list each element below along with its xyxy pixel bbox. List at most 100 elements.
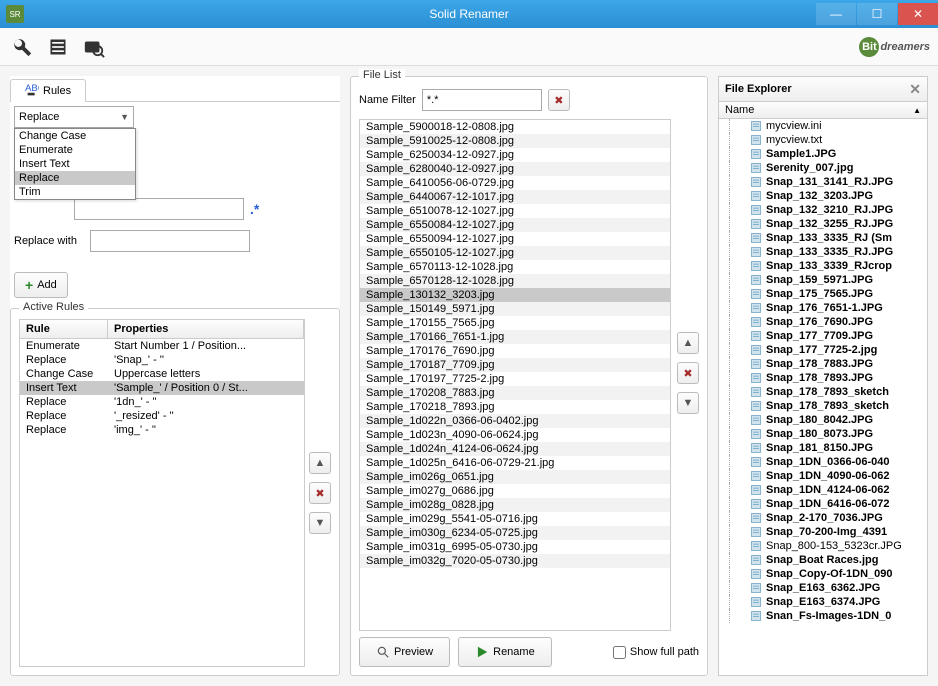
tab-rules[interactable]: ABC Rules	[10, 79, 86, 102]
file-list-row[interactable]: Sample_170208_7883.jpg	[360, 386, 670, 400]
explorer-file-row[interactable]: Snap_177_7709.JPG	[719, 329, 927, 343]
col-header-rule[interactable]: Rule	[20, 320, 108, 338]
explorer-file-row[interactable]: Snap_177_7725-2.jpg	[719, 343, 927, 357]
file-list-row[interactable]: Sample_170155_7565.jpg	[360, 316, 670, 330]
file-list-row[interactable]: Sample_im027g_0686.jpg	[360, 484, 670, 498]
file-explorer-tree[interactable]: Name▲ mycview.inimycview.txtSample1.JPGS…	[718, 102, 928, 676]
file-list-row[interactable]: Sample_6250034-12-0927.jpg	[360, 148, 670, 162]
file-list-row[interactable]: Sample_6550094-12-1027.jpg	[360, 232, 670, 246]
clear-filter-button[interactable]: ✖	[548, 89, 570, 111]
replace-with-input[interactable]	[90, 230, 250, 252]
combo-option[interactable]: Insert Text	[15, 157, 135, 171]
explorer-file-row[interactable]: Snap_1DN_4090-06-062	[719, 469, 927, 483]
rename-button[interactable]: Rename	[458, 637, 552, 667]
explorer-file-row[interactable]: Sample1.JPG	[719, 147, 927, 161]
active-rule-row[interactable]: Replace'_resized' - ''	[20, 409, 304, 423]
file-list-row[interactable]: Sample_im028g_0828.jpg	[360, 498, 670, 512]
explorer-file-row[interactable]: Snap_180_8042.JPG	[719, 413, 927, 427]
file-list-row[interactable]: Sample_6410056-06-0729.jpg	[360, 176, 670, 190]
file-list-row[interactable]: Sample_1d023n_4090-06-0624.jpg	[360, 428, 670, 442]
active-rule-row[interactable]: Change CaseUppercase letters	[20, 367, 304, 381]
file-list-row[interactable]: Sample_170187_7709.jpg	[360, 358, 670, 372]
rule-move-down-button[interactable]: ▼	[309, 512, 331, 534]
active-rule-row[interactable]: Replace'img_' - ''	[20, 423, 304, 437]
file-list-row[interactable]: Sample_6510078-12-1027.jpg	[360, 204, 670, 218]
explorer-file-row[interactable]: Snap_1DN_4124-06-062	[719, 483, 927, 497]
explorer-file-row[interactable]: mycview.ini	[719, 119, 927, 133]
explorer-file-row[interactable]: Snan_Fs-Images-1DN_0	[719, 609, 927, 623]
list-icon[interactable]	[44, 33, 72, 61]
close-button[interactable]: ✕	[898, 3, 938, 25]
explorer-file-row[interactable]: Serenity_007.jpg	[719, 161, 927, 175]
combo-option[interactable]: Trim	[15, 185, 135, 199]
explorer-file-row[interactable]: Snap_2-170_7036.JPG	[719, 511, 927, 525]
camera-search-icon[interactable]	[80, 33, 108, 61]
file-list-row[interactable]: Sample_im030g_6234-05-0725.jpg	[360, 526, 670, 540]
explorer-file-row[interactable]: Snap_E163_6362.JPG	[719, 581, 927, 595]
explorer-file-row[interactable]: Snap_178_7883.JPG	[719, 357, 927, 371]
file-list-row[interactable]: Sample_im032g_7020-05-0730.jpg	[360, 554, 670, 568]
explorer-file-row[interactable]: Snap_133_3335_RJ.JPG	[719, 245, 927, 259]
file-list-row[interactable]: Sample_6570128-12-1028.jpg	[360, 274, 670, 288]
maximize-button[interactable]: ☐	[857, 3, 897, 25]
file-list-row[interactable]: Sample_im029g_5541-05-0716.jpg	[360, 512, 670, 526]
explorer-file-row[interactable]: Snap_178_7893_sketch	[719, 399, 927, 413]
minimize-button[interactable]: —	[816, 3, 856, 25]
show-full-path-toggle[interactable]: Show full path	[613, 646, 699, 659]
add-rule-button[interactable]: +Add	[14, 272, 68, 298]
explorer-file-row[interactable]: Snap_E163_6374.JPG	[719, 595, 927, 609]
active-rule-row[interactable]: Replace'Snap_' - ''	[20, 353, 304, 367]
rule-move-up-button[interactable]: ▲	[309, 452, 331, 474]
active-rules-table[interactable]: Rule Properties EnumerateStart Number 1 …	[19, 319, 305, 667]
combo-option[interactable]: Change Case	[15, 129, 135, 143]
file-list-row[interactable]: Sample_170218_7893.jpg	[360, 400, 670, 414]
explorer-file-row[interactable]: Snap_70-200-Img_4391	[719, 525, 927, 539]
col-header-properties[interactable]: Properties	[108, 320, 304, 338]
rule-delete-button[interactable]: ✖	[309, 482, 331, 504]
file-list-row[interactable]: Sample_6570113-12-1028.jpg	[360, 260, 670, 274]
file-delete-button[interactable]: ✖	[677, 362, 699, 384]
show-full-path-checkbox[interactable]	[613, 646, 626, 659]
file-list-row[interactable]: Sample_im031g_6995-05-0730.jpg	[360, 540, 670, 554]
explorer-file-row[interactable]: Snap_181_8150.JPG	[719, 441, 927, 455]
file-list-row[interactable]: Sample_5910025-12-0808.jpg	[360, 134, 670, 148]
explorer-file-row[interactable]: Snap_132_3203.JPG	[719, 189, 927, 203]
explorer-file-row[interactable]: Snap_Boat Races.jpg	[719, 553, 927, 567]
file-list-row[interactable]: Sample_170197_7725-2.jpg	[360, 372, 670, 386]
file-list-row[interactable]: Sample_1d022n_0366-06-0402.jpg	[360, 414, 670, 428]
file-list-row[interactable]: Sample_150149_5971.jpg	[360, 302, 670, 316]
wrench-icon[interactable]	[8, 33, 36, 61]
explorer-file-row[interactable]: Snap_178_7893_sketch	[719, 385, 927, 399]
replace-input[interactable]	[74, 198, 244, 220]
file-list-row[interactable]: Sample_1d025n_6416-06-0729-21.jpg	[360, 456, 670, 470]
explorer-file-row[interactable]: Snap_180_8073.JPG	[719, 427, 927, 441]
name-filter-input[interactable]	[422, 89, 542, 111]
explorer-file-row[interactable]: Snap_1DN_0366-06-040	[719, 455, 927, 469]
file-list-row[interactable]: Sample_im026g_0651.jpg	[360, 470, 670, 484]
explorer-file-row[interactable]: Snap_159_5971.JPG	[719, 273, 927, 287]
file-list-row[interactable]: Sample_6440067-12-1017.jpg	[360, 190, 670, 204]
explorer-file-row[interactable]: Snap_176_7690.JPG	[719, 315, 927, 329]
preview-button[interactable]: Preview	[359, 637, 450, 667]
explorer-file-row[interactable]: Snap_1DN_6416-06-072	[719, 497, 927, 511]
file-list[interactable]: Sample_5900018-12-0808.jpgSample_5910025…	[359, 119, 671, 631]
explorer-file-row[interactable]: Snap_175_7565.JPG	[719, 287, 927, 301]
file-list-row[interactable]: Sample_1d024n_4124-06-0624.jpg	[360, 442, 670, 456]
explorer-file-row[interactable]: Snap_132_3255_RJ.JPG	[719, 217, 927, 231]
file-move-up-button[interactable]: ▲	[677, 332, 699, 354]
rule-type-combo[interactable]: Replace ▼ Change CaseEnumerateInsert Tex…	[14, 106, 134, 128]
file-list-row[interactable]: Sample_6280040-12-0927.jpg	[360, 162, 670, 176]
explorer-file-row[interactable]: mycview.txt	[719, 133, 927, 147]
active-rule-row[interactable]: Insert Text'Sample_' / Position 0 / St..…	[20, 381, 304, 395]
active-rule-row[interactable]: EnumerateStart Number 1 / Position...	[20, 339, 304, 353]
file-list-row[interactable]: Sample_130132_3203.jpg	[360, 288, 670, 302]
combo-option[interactable]: Replace	[15, 171, 135, 185]
file-explorer-close-button[interactable]: ✕	[909, 81, 921, 98]
active-rule-row[interactable]: Replace'1dn_' - ''	[20, 395, 304, 409]
explorer-file-row[interactable]: Snap_800-153_5323cr.JPG	[719, 539, 927, 553]
explorer-file-row[interactable]: Snap_132_3210_RJ.JPG	[719, 203, 927, 217]
explorer-file-row[interactable]: Snap_133_3335_RJ (Sm	[719, 231, 927, 245]
file-move-down-button[interactable]: ▼	[677, 392, 699, 414]
explorer-file-row[interactable]: Snap_176_7651-1.JPG	[719, 301, 927, 315]
file-list-row[interactable]: Sample_5900018-12-0808.jpg	[360, 120, 670, 134]
